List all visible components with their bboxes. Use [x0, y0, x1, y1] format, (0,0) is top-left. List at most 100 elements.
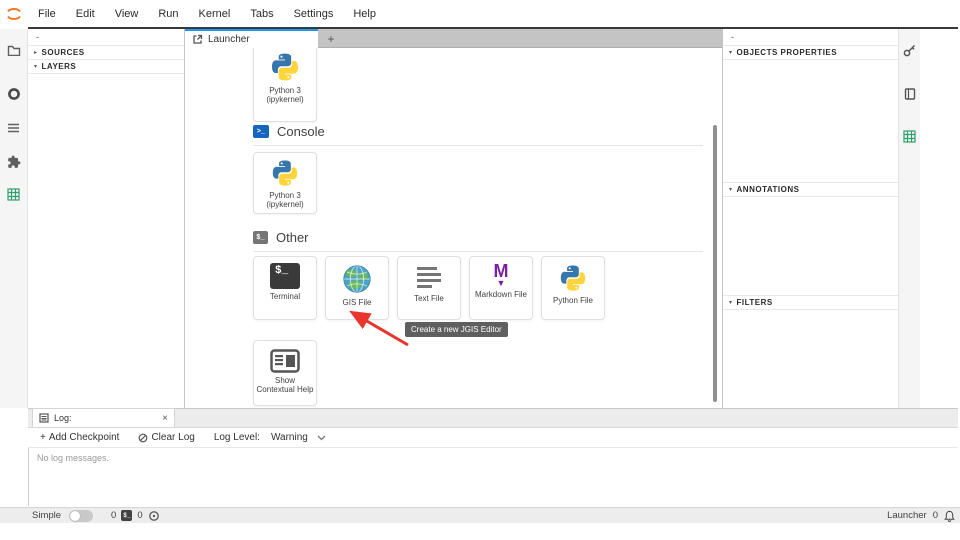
menu-view[interactable]: View [105, 8, 149, 20]
tab-log[interactable]: Log: × [32, 408, 175, 427]
clear-log-button[interactable]: Clear Log [138, 432, 194, 443]
python-logo-icon [558, 263, 588, 293]
simple-mode-label: Simple [32, 510, 61, 521]
log-level-select[interactable]: Warning [271, 432, 326, 443]
file-browser-icon[interactable] [0, 37, 28, 63]
log-icon [39, 413, 49, 423]
jupyter-logo-icon [0, 7, 28, 21]
expanded-caret-icon: ▾ [34, 63, 38, 70]
log-console-panel: Log: × + Add Checkpoint Clear Log Log Le… [28, 408, 958, 507]
console-kernel-card[interactable]: Python 3 (ipykernel) [253, 152, 317, 214]
card-label: Python 3 (ipykernel) [254, 191, 316, 209]
card-python-file[interactable]: Python File [541, 256, 605, 320]
status-bar: Simple 0 $_ 0 Launcher 0 [0, 507, 960, 523]
application-window: File Edit View Run Kernel Tabs Settings … [0, 0, 960, 540]
card-text-file[interactable]: Text File [397, 256, 461, 320]
other-section-header: $_ Other [253, 230, 309, 245]
gis-globe-icon [341, 263, 373, 295]
launcher-tab-label: Launcher [208, 34, 250, 45]
simple-mode-toggle[interactable] [69, 510, 93, 522]
extension-manager-icon[interactable] [0, 149, 28, 175]
menu-edit[interactable]: Edit [66, 8, 105, 20]
filters-label: FILTERS [737, 298, 773, 307]
right-panel: - ▾ OBJECTS PROPERTIES ▾ ANNOTATIONS ▾ F… [722, 29, 898, 408]
jgis-panel-icon[interactable] [0, 181, 28, 207]
objects-properties-header[interactable]: ▾ OBJECTS PROPERTIES [723, 45, 898, 60]
card-label: Terminal [268, 292, 302, 301]
layers-section-header[interactable]: ▾ LAYERS [28, 59, 184, 74]
new-tab-button[interactable]: + [318, 29, 344, 48]
table-of-contents-icon[interactable] [0, 115, 28, 141]
tab-bar: Launcher + [185, 29, 722, 48]
console-section-title: Console [277, 124, 325, 139]
card-label: Python File [551, 296, 595, 305]
current-activity-label: Launcher [887, 510, 927, 521]
tooltip-create-jgis: Create a new JGIS Editor [405, 322, 508, 337]
terminal-icon: $_ [270, 263, 300, 289]
expanded-caret-icon: ▾ [729, 299, 733, 306]
menu-kernel[interactable]: Kernel [189, 8, 241, 20]
dropdown-caret-icon [317, 435, 326, 441]
card-label: GIS File [341, 298, 374, 307]
add-checkpoint-button[interactable]: + Add Checkpoint [40, 432, 119, 443]
section-divider [253, 145, 703, 146]
plus-icon: + [40, 432, 46, 443]
card-markdown-file[interactable]: M ▼ Markdown File [469, 256, 533, 320]
sources-label: SOURCES [42, 48, 85, 57]
jgis-right-panel-icon[interactable] [896, 123, 924, 149]
tab-launcher[interactable]: Launcher [185, 29, 318, 48]
sources-section-header[interactable]: ▸ SOURCES [28, 45, 184, 60]
card-label: Show Contextual Help [254, 376, 316, 394]
card-label: Markdown File [473, 290, 529, 299]
expanded-caret-icon: ▾ [729, 186, 733, 193]
other-cards-row: $_ Terminal GIS File [253, 256, 605, 320]
property-inspector-key-icon[interactable] [896, 37, 924, 63]
console-icon: >_ [253, 125, 269, 138]
log-toolbar: + Add Checkpoint Clear Log Log Level: Wa… [28, 428, 958, 448]
launcher-content: Python 3 (ipykernel) >_ Console Python 3… [185, 48, 722, 408]
sessions-indicator[interactable]: 0 $_ 0 [111, 510, 160, 522]
kernel-status-icon [148, 510, 160, 522]
menu-settings[interactable]: Settings [284, 8, 344, 20]
collapsed-caret-icon: ▸ [34, 49, 38, 56]
python-logo-icon [270, 158, 300, 188]
annotations-label: ANNOTATIONS [737, 185, 800, 194]
expanded-caret-icon: ▾ [729, 49, 733, 56]
bell-icon[interactable] [944, 510, 955, 522]
terminal-section-icon: $_ [253, 231, 268, 244]
section-divider [253, 251, 703, 252]
notebook-kernel-card[interactable]: Python 3 (ipykernel) [253, 48, 317, 122]
launcher-tab-icon [192, 34, 203, 45]
objects-properties-label: OBJECTS PROPERTIES [737, 48, 838, 57]
left-panel: - ▸ SOURCES ▾ LAYERS [28, 29, 185, 408]
notifications-count: 0 [933, 510, 938, 521]
main-dock-area: Launcher + Python 3 (ipykernel) >_ Conso… [185, 29, 722, 408]
menu-tabs[interactable]: Tabs [240, 8, 283, 20]
running-kernels-icon[interactable] [0, 81, 28, 107]
markdown-icon: M ▼ [494, 263, 509, 287]
log-tab-label: Log: [54, 413, 72, 423]
launcher-scrollbar[interactable] [713, 125, 717, 402]
menu-run[interactable]: Run [148, 8, 188, 20]
menu-help[interactable]: Help [343, 8, 386, 20]
layers-label: LAYERS [42, 62, 77, 71]
debugger-book-icon[interactable] [896, 81, 924, 107]
menu-file[interactable]: File [28, 8, 66, 20]
card-terminal[interactable]: $_ Terminal [253, 256, 317, 320]
annotations-header[interactable]: ▾ ANNOTATIONS [723, 182, 898, 197]
filters-header[interactable]: ▾ FILTERS [723, 295, 898, 310]
card-contextual-help[interactable]: Show Contextual Help [253, 340, 317, 406]
other-section-title: Other [276, 230, 309, 245]
contextual-help-icon [270, 349, 300, 373]
terminals-count: 0 [111, 510, 116, 521]
right-sidebar [898, 29, 920, 408]
card-label: Text File [412, 294, 446, 303]
kernels-count: 0 [137, 510, 142, 521]
log-content: No log messages. [28, 448, 958, 506]
left-sidebar [0, 29, 28, 408]
close-icon[interactable]: × [162, 413, 168, 424]
console-section-header: >_ Console [253, 124, 325, 139]
clear-log-icon [138, 433, 148, 443]
card-gis-file[interactable]: GIS File [325, 256, 389, 320]
python-logo-icon [269, 51, 301, 83]
